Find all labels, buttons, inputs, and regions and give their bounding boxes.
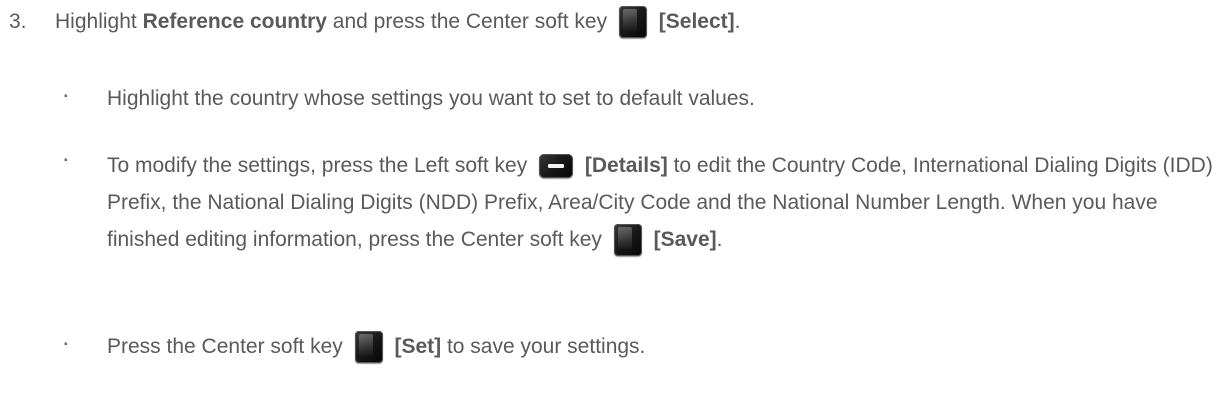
bullet-2-text-end: . [716,228,723,251]
center-soft-key-icon [613,224,642,257]
bullet-2-key2-label: [Save] [653,228,717,251]
bullet-2-text-before: To modify the settings, press the Left s… [107,154,534,177]
center-soft-key-icon [354,331,383,364]
bullet-2-key-label: [Details] [584,154,668,177]
bullet-3-text-before: Press the Center soft key [107,335,349,358]
bullet-1-text: Highlight the country whose settings you… [107,87,755,110]
bullet-item-3: Press the Center soft key [Set] to save … [107,331,646,364]
step-text-before: Highlight [55,10,143,33]
bullet-item-2: To modify the settings, press the Left s… [107,147,1217,258]
step-text-mid: and press the Center soft key [326,10,613,33]
left-soft-key-icon [539,154,574,179]
step-text-end: . [734,10,741,33]
bullet-item-1: Highlight the country whose settings you… [107,83,755,115]
step-key-label: [Select] [658,10,735,33]
center-soft-key-icon [618,6,647,39]
step-3: 3. Highlight Reference country and press … [9,6,1219,39]
bullet-marker: ▪ [64,339,68,350]
bullet-marker: ▪ [64,155,68,166]
bullet-marker: ▪ [64,91,68,102]
step-number: 3. [9,10,27,33]
step-bold-term: Reference country [142,10,327,33]
bullet-3-key-label: [Set] [394,335,442,358]
bullet-3-text-after: to save your settings. [441,335,646,358]
